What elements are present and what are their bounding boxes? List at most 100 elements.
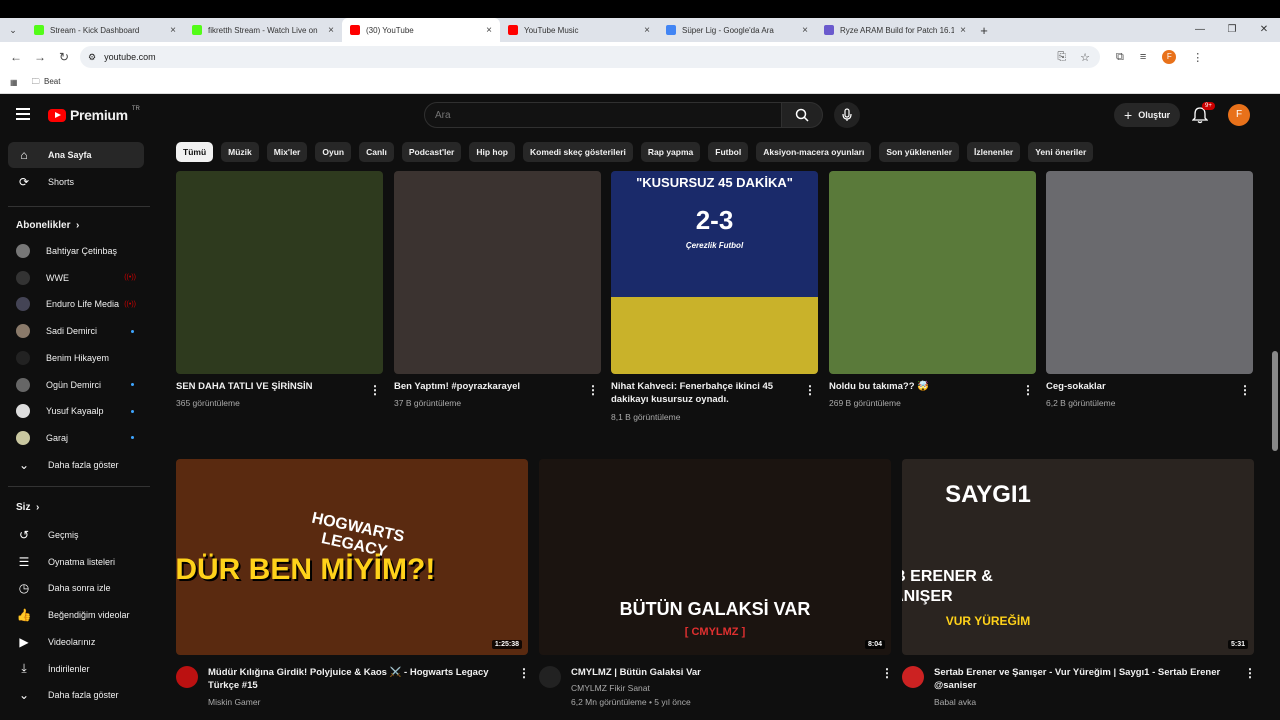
minimize-icon[interactable]: — [1184,18,1216,42]
filter-chip[interactable]: Tümü [176,142,214,162]
close-tab-icon[interactable]: × [802,25,808,36]
browser-tab[interactable]: fikretth Stream - Watch Live on × [184,18,342,42]
subscription-item[interactable]: Enduro Life Media ((•)) [8,291,144,317]
bookmark-star-icon[interactable]: ☆ [1080,51,1090,64]
sidebar-item-chevron-down[interactable]: ⌄ Daha fazla göster [8,682,144,708]
sidebar-item-shorts[interactable]: ⟳ Shorts [8,169,144,195]
more-actions-icon[interactable]: ⋮ [518,666,530,680]
close-window-icon[interactable]: ✕ [1248,18,1280,42]
maximize-icon[interactable]: ❐ [1216,18,1248,42]
short-thumbnail[interactable]: "KUSURSUZ 45 DAKİKA" 2-3 Çerezlik Futbol [611,171,818,374]
filter-chip[interactable]: Müzik [221,142,259,162]
sidebar-item-video[interactable]: ▶ Videolarınız [8,629,144,655]
media-controls-icon[interactable]: ≡ [1140,51,1146,63]
sidebar-item-download[interactable]: ⤓ İndirilenler [8,656,144,682]
profile-avatar[interactable]: F [1162,50,1177,64]
more-actions-icon[interactable]: ⋮ [1244,666,1256,680]
voice-search-button[interactable] [834,102,860,128]
browser-tab[interactable]: Süper Lig - Google'da Ara × [658,18,816,42]
channel-name[interactable]: Miskin Gamer [208,696,260,709]
tab-search-icon[interactable]: ⌄ [0,18,26,42]
filter-chip[interactable]: Oyun [315,142,352,162]
filter-chip[interactable]: Son yüklenenler [879,142,960,162]
sidebar-item-clock[interactable]: ◷ Daha sonra izle [8,575,144,601]
video-thumbnail[interactable]: MÜDÜR BEN MİYİM?! HOGWARTS LEGACY1:25:38 [176,459,528,655]
url-field[interactable]: ⚙ youtube.com ⎘ ☆ [80,46,1100,68]
sidebar-item-thumbs-up[interactable]: 👍 Beğendiğim videolar [8,602,144,628]
channel-name[interactable]: CMYLMZ Fikir Sanat [571,682,650,695]
extensions-icon[interactable]: ⧉ [1116,51,1124,64]
install-app-icon[interactable]: ⎘ [1057,51,1066,64]
short-thumbnail[interactable] [176,171,383,374]
filter-chip[interactable]: İzlenenler [967,142,1021,162]
back-icon[interactable]: ← [4,50,28,64]
sidebar-item-playlist[interactable]: ☰ Oynatma listeleri [8,549,144,575]
more-actions-icon[interactable]: ⋮ [369,383,381,397]
short-thumbnail[interactable] [829,171,1036,374]
browser-tab[interactable]: YouTube Music × [500,18,658,42]
more-actions-icon[interactable]: ⋮ [804,383,816,397]
scrollbar-thumb[interactable] [1272,351,1278,451]
subscription-item[interactable]: Ogün Demirci [8,372,144,398]
more-actions-icon[interactable]: ⋮ [1239,383,1251,397]
youtube-logo[interactable]: Premium TR [48,106,140,123]
channel-name[interactable]: Babal avka [934,696,976,709]
account-avatar[interactable]: F [1228,104,1250,126]
close-tab-icon[interactable]: × [486,25,492,36]
filter-chip[interactable]: Yeni öneriler [1028,142,1094,162]
more-actions-icon[interactable]: ⋮ [587,383,599,397]
browser-tab[interactable]: Ryze ARAM Build for Patch 16.1 × [816,18,974,42]
video-title[interactable]: Müdür Kılığına Girdik! Polyjuice & Kaos … [208,666,508,692]
video-title[interactable]: Sertab Erener ve Şanışer - Vur Yüreğim |… [934,666,1234,692]
you-heading[interactable]: Siz › [16,502,39,513]
filter-chip[interactable]: Podcast'ler [401,142,462,162]
site-info-icon[interactable]: ⚙ [88,52,96,63]
short-title[interactable]: Ceg-sokaklar [1046,380,1229,393]
subscription-item[interactable]: Benim Hikayem [8,345,144,371]
create-button[interactable]: + Oluştur [1114,103,1181,127]
more-actions-icon[interactable]: ⋮ [881,666,893,680]
subscriptions-show-more[interactable]: ⌄ Daha fazla göster [8,452,144,478]
browser-tab[interactable]: Stream - Kick Dashboard × [26,18,184,42]
channel-avatar[interactable] [176,666,198,688]
video-thumbnail[interactable]: SAYGI1 SERTAB ERENER & ŞANIŞER VUR YÜREĞ… [902,459,1254,655]
subscription-item[interactable]: WWE ((•)) [8,265,144,291]
subscription-item[interactable]: Sadi Demirci [8,318,144,344]
filter-chip[interactable]: Futbol [708,142,749,162]
close-tab-icon[interactable]: × [960,25,966,36]
search-input[interactable] [435,109,781,121]
short-title[interactable]: Nihat Kahveci: Fenerbahçe ikinci 45 daki… [611,380,794,406]
browser-tab[interactable]: (30) YouTube × [342,18,500,42]
short-title[interactable]: Noldu bu takıma?? 🤯 [829,380,1012,393]
more-actions-icon[interactable]: ⋮ [1022,383,1034,397]
forward-icon[interactable]: → [28,50,52,64]
bookmark-folder[interactable]: 🗀 Beat [32,76,61,90]
subscription-item[interactable]: Garaj [8,425,144,451]
video-title[interactable]: CMYLMZ | Bütün Galaksi Var [571,666,871,679]
sidebar-item-history[interactable]: ↺ Geçmiş [8,522,144,548]
close-tab-icon[interactable]: × [644,25,650,36]
page-scrollbar[interactable] [1270,96,1280,720]
close-tab-icon[interactable]: × [328,25,334,36]
sidebar-item-home[interactable]: ⌂ Ana Sayfa [8,142,144,168]
short-title[interactable]: SEN DAHA TATLI VE ŞİRİNSİN [176,380,359,393]
channel-avatar[interactable] [902,666,924,688]
short-title[interactable]: Ben Yaptım! #poyrazkarayel [394,380,577,393]
search-button[interactable] [781,102,823,128]
apps-grid-icon[interactable]: ▦ [10,78,18,87]
filter-chip[interactable]: Aksiyon-macera oyunları [756,142,872,162]
menu-icon[interactable] [16,108,30,120]
short-thumbnail[interactable] [394,171,601,374]
channel-avatar[interactable] [539,666,561,688]
video-thumbnail[interactable]: BÜTÜN GALAKSİ VAR [ CMYLMZ ] 8:04 [539,459,891,655]
new-tab-button[interactable]: + [974,23,994,38]
filter-chip[interactable]: Canlı [359,142,394,162]
short-thumbnail[interactable] [1046,171,1253,374]
filter-chip[interactable]: Komedi skeç gösterileri [523,142,633,162]
reload-icon[interactable]: ↻ [52,50,76,64]
subscription-item[interactable]: Bahtiyar Çetinbaş [8,238,144,264]
filter-chip[interactable]: Hip hop [469,142,515,162]
close-tab-icon[interactable]: × [170,25,176,36]
browser-menu-icon[interactable]: ⋮ [1192,51,1203,64]
filter-chip[interactable]: Mix'ler [266,142,308,162]
